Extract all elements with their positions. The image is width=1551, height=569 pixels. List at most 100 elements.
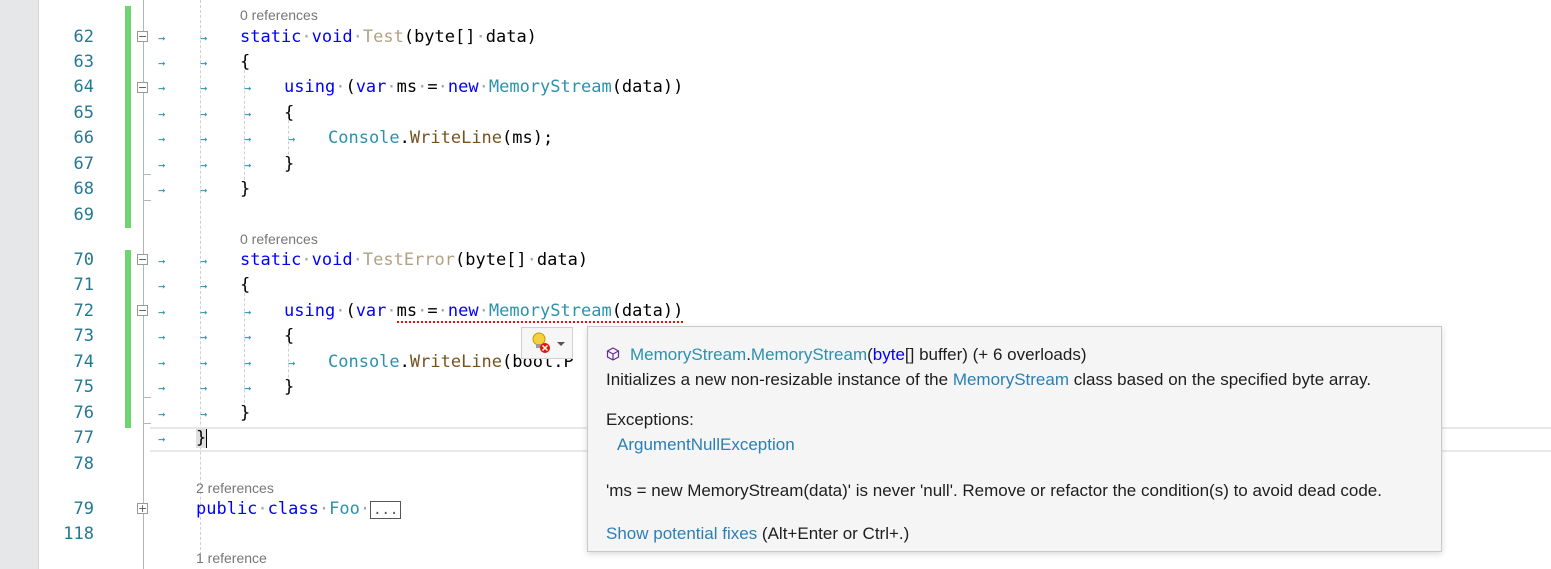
codelens-references[interactable]: 0 references xyxy=(240,7,318,23)
line-number: 66 xyxy=(73,128,94,148)
keyword: new xyxy=(447,77,479,97)
code-line[interactable]: } xyxy=(284,375,294,400)
type-name[interactable]: Foo xyxy=(329,499,360,519)
collapse-toggle[interactable]: − xyxy=(137,82,148,93)
lightbulb-error-icon xyxy=(532,332,550,353)
collapse-toggle[interactable]: − xyxy=(137,305,148,316)
variable: ms xyxy=(396,77,418,97)
chevron-down-icon xyxy=(557,342,565,346)
variable: ms xyxy=(396,301,418,321)
keyword: using xyxy=(284,77,336,97)
code-line[interactable]: { xyxy=(284,324,294,349)
line-number: 118 xyxy=(63,524,94,544)
change-bar xyxy=(125,6,131,228)
method-name[interactable]: TestError xyxy=(363,250,455,270)
glyph-margin xyxy=(0,0,39,569)
code-line[interactable]: } xyxy=(240,401,250,426)
parameter-list: (byte[] xyxy=(455,250,527,270)
exceptions-label: Exceptions: xyxy=(606,410,694,429)
code-line[interactable]: } xyxy=(240,177,250,202)
line-number: 79 xyxy=(73,499,94,519)
warning-message: 'ms = new MemoryStream(data)' is never '… xyxy=(606,481,1382,500)
description-text: class based on the specified byte array. xyxy=(1069,370,1372,389)
code-line[interactable]: using·(var·ms·=·new·MemoryStream(data)) xyxy=(284,299,684,324)
keyword: class xyxy=(267,499,319,519)
outline-end-tick xyxy=(143,423,151,424)
keyword: var xyxy=(355,77,387,97)
parameter-name: data) xyxy=(485,27,537,47)
line-number: 78 xyxy=(73,454,94,474)
signature-ctor[interactable]: MemoryStream xyxy=(751,345,867,364)
code-line[interactable]: using·(var·ms·=·new·MemoryStream(data)) xyxy=(284,75,683,100)
method-name[interactable]: Test xyxy=(363,27,404,47)
type-name[interactable]: Console xyxy=(328,128,400,148)
quick-actions-button[interactable] xyxy=(521,327,573,359)
collapse-toggle[interactable]: − xyxy=(137,31,148,42)
line-number: 72 xyxy=(73,301,94,321)
change-bar xyxy=(125,250,131,428)
collapsed-region[interactable]: ... xyxy=(370,501,402,519)
line-number: 68 xyxy=(73,179,94,199)
quick-info-tooltip: MemoryStream.MemoryStream(byte[] buffer)… xyxy=(587,326,1442,552)
show-potential-fixes-link[interactable]: Show potential fixes xyxy=(606,524,757,543)
code-line[interactable]: static·void·Test(byte[]·data) xyxy=(240,25,537,50)
code-line[interactable]: public·class·Foo·... xyxy=(196,497,402,523)
outline-end-tick xyxy=(143,174,151,175)
keyword: static xyxy=(240,250,302,270)
line-number: 70 xyxy=(73,250,94,270)
method-name[interactable]: WriteLine xyxy=(410,128,502,148)
description-text: Initializes a new non-resizable instance… xyxy=(606,370,953,389)
description: Initializes a new non-resizable instance… xyxy=(606,370,1371,390)
arguments: (data)) xyxy=(611,77,684,97)
codelens-references[interactable]: 0 references xyxy=(240,231,318,247)
line-number: 62 xyxy=(73,27,94,47)
keyword: void xyxy=(311,250,353,270)
type-name[interactable]: MemoryStream xyxy=(489,301,612,321)
collapse-toggle[interactable]: − xyxy=(137,254,148,265)
code-line[interactable]: static·void·TestError(byte[]·data) xyxy=(240,248,588,273)
signature-line: MemoryStream.MemoryStream(byte[] buffer)… xyxy=(606,345,1087,365)
line-number: 63 xyxy=(73,52,94,72)
line-number: 74 xyxy=(73,352,94,372)
code-line[interactable]: { xyxy=(240,50,250,75)
codelens-references[interactable]: 1 reference xyxy=(196,550,267,566)
signature-class[interactable]: MemoryStream xyxy=(630,345,746,364)
line-number: 77 xyxy=(73,428,94,448)
code-line[interactable]: Console.WriteLine(ms); xyxy=(328,126,553,151)
type-name[interactable]: MemoryStream xyxy=(489,77,612,97)
line-number: 75 xyxy=(73,377,94,397)
arguments: (ms); xyxy=(502,128,554,148)
punctuation: ( xyxy=(345,301,356,321)
line-number: 69 xyxy=(73,205,94,225)
expand-toggle[interactable]: + xyxy=(137,503,148,514)
outline-end-tick xyxy=(143,200,151,201)
punctuation: } xyxy=(196,428,207,448)
codelens-references[interactable]: 2 references xyxy=(196,480,274,496)
keyword: void xyxy=(311,27,353,47)
outline-end-tick xyxy=(143,397,151,398)
code-line[interactable]: } xyxy=(284,152,294,177)
line-number: 76 xyxy=(73,403,94,423)
line-number: 64 xyxy=(73,77,94,97)
line-number: 67 xyxy=(73,154,94,174)
code-line[interactable]: { xyxy=(240,273,250,298)
keyword: using xyxy=(284,301,336,321)
description-class-link[interactable]: MemoryStream xyxy=(953,370,1069,389)
fix-shortcut: (Alt+Enter or Ctrl+.) xyxy=(757,524,910,543)
type-name[interactable]: Console xyxy=(328,352,400,372)
line-number: 71 xyxy=(73,275,94,295)
line-number: 65 xyxy=(73,103,94,123)
signature-overloads: (+ 6 overloads) xyxy=(967,345,1087,364)
fix-line: Show potential fixes (Alt+Enter or Ctrl+… xyxy=(606,524,909,544)
code-line[interactable]: } xyxy=(196,426,208,451)
line-number: 73 xyxy=(73,326,94,346)
keyword: static xyxy=(240,27,302,47)
method-cube-icon xyxy=(606,347,620,361)
signature-param: [] buffer) xyxy=(904,345,968,364)
method-name[interactable]: WriteLine xyxy=(410,352,502,372)
code-line[interactable]: { xyxy=(284,101,294,126)
operator: = xyxy=(427,301,438,321)
error-squiggle-span[interactable]: ms·=·new·MemoryStream(data)) xyxy=(396,301,684,323)
exception-link[interactable]: ArgumentNullException xyxy=(617,435,795,454)
punctuation: ( xyxy=(345,77,356,97)
